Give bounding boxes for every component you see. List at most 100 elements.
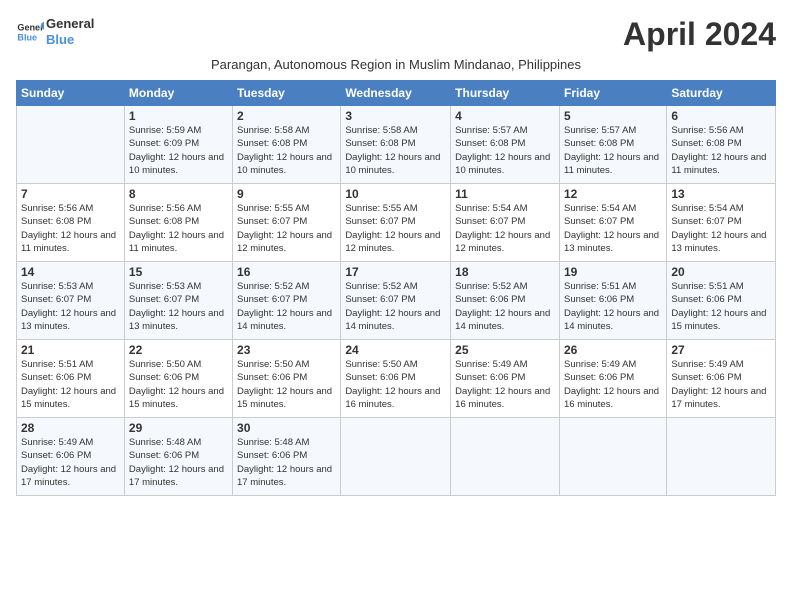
day-info: Sunrise: 5:58 AMSunset: 6:08 PMDaylight:… [237,124,336,177]
day-info: Sunrise: 5:52 AMSunset: 6:07 PMDaylight:… [345,280,446,333]
calendar-cell: 1Sunrise: 5:59 AMSunset: 6:09 PMDaylight… [124,106,232,184]
calendar-cell [341,418,451,496]
calendar-cell: 16Sunrise: 5:52 AMSunset: 6:07 PMDayligh… [233,262,341,340]
calendar-cell [451,418,560,496]
calendar-cell [667,418,776,496]
day-number: 19 [564,265,662,279]
day-info: Sunrise: 5:49 AMSunset: 6:06 PMDaylight:… [564,358,662,411]
day-number: 27 [671,343,771,357]
logo: General Blue General Blue [16,16,94,47]
day-info: Sunrise: 5:56 AMSunset: 6:08 PMDaylight:… [129,202,228,255]
calendar-cell: 7Sunrise: 5:56 AMSunset: 6:08 PMDaylight… [17,184,125,262]
day-number: 9 [237,187,336,201]
calendar-cell: 24Sunrise: 5:50 AMSunset: 6:06 PMDayligh… [341,340,451,418]
calendar-cell: 23Sunrise: 5:50 AMSunset: 6:06 PMDayligh… [233,340,341,418]
calendar-week: 14Sunrise: 5:53 AMSunset: 6:07 PMDayligh… [17,262,776,340]
day-info: Sunrise: 5:54 AMSunset: 6:07 PMDaylight:… [455,202,555,255]
calendar-cell: 10Sunrise: 5:55 AMSunset: 6:07 PMDayligh… [341,184,451,262]
day-number: 21 [21,343,120,357]
calendar-cell: 18Sunrise: 5:52 AMSunset: 6:06 PMDayligh… [451,262,560,340]
day-number: 6 [671,109,771,123]
day-info: Sunrise: 5:54 AMSunset: 6:07 PMDaylight:… [671,202,771,255]
day-info: Sunrise: 5:59 AMSunset: 6:09 PMDaylight:… [129,124,228,177]
logo-line1: General [46,16,94,32]
page: General Blue General Blue April 2024 Par… [0,0,792,506]
calendar-cell: 28Sunrise: 5:49 AMSunset: 6:06 PMDayligh… [17,418,125,496]
calendar-cell: 6Sunrise: 5:56 AMSunset: 6:08 PMDaylight… [667,106,776,184]
month-title: April 2024 [623,16,776,53]
day-number: 8 [129,187,228,201]
day-number: 23 [237,343,336,357]
header: General Blue General Blue April 2024 [16,16,776,53]
calendar-cell: 20Sunrise: 5:51 AMSunset: 6:06 PMDayligh… [667,262,776,340]
calendar-cell: 11Sunrise: 5:54 AMSunset: 6:07 PMDayligh… [451,184,560,262]
calendar-week: 7Sunrise: 5:56 AMSunset: 6:08 PMDaylight… [17,184,776,262]
header-day: Saturday [667,81,776,106]
day-number: 20 [671,265,771,279]
calendar-cell [559,418,666,496]
calendar-cell: 25Sunrise: 5:49 AMSunset: 6:06 PMDayligh… [451,340,560,418]
day-info: Sunrise: 5:52 AMSunset: 6:07 PMDaylight:… [237,280,336,333]
day-info: Sunrise: 5:49 AMSunset: 6:06 PMDaylight:… [21,436,120,489]
day-number: 29 [129,421,228,435]
calendar-week: 21Sunrise: 5:51 AMSunset: 6:06 PMDayligh… [17,340,776,418]
calendar-cell: 29Sunrise: 5:48 AMSunset: 6:06 PMDayligh… [124,418,232,496]
day-number: 3 [345,109,446,123]
day-number: 17 [345,265,446,279]
calendar-cell: 8Sunrise: 5:56 AMSunset: 6:08 PMDaylight… [124,184,232,262]
calendar-cell: 30Sunrise: 5:48 AMSunset: 6:06 PMDayligh… [233,418,341,496]
day-info: Sunrise: 5:54 AMSunset: 6:07 PMDaylight:… [564,202,662,255]
calendar-cell: 19Sunrise: 5:51 AMSunset: 6:06 PMDayligh… [559,262,666,340]
day-info: Sunrise: 5:49 AMSunset: 6:06 PMDaylight:… [455,358,555,411]
day-info: Sunrise: 5:48 AMSunset: 6:06 PMDaylight:… [129,436,228,489]
calendar-cell: 9Sunrise: 5:55 AMSunset: 6:07 PMDaylight… [233,184,341,262]
calendar-cell [17,106,125,184]
calendar-cell: 4Sunrise: 5:57 AMSunset: 6:08 PMDaylight… [451,106,560,184]
header-day: Sunday [17,81,125,106]
svg-text:General: General [17,22,44,32]
calendar-cell: 22Sunrise: 5:50 AMSunset: 6:06 PMDayligh… [124,340,232,418]
subtitle: Parangan, Autonomous Region in Muslim Mi… [16,57,776,72]
day-number: 28 [21,421,120,435]
logo-line2: Blue [46,32,94,48]
day-number: 15 [129,265,228,279]
day-info: Sunrise: 5:50 AMSunset: 6:06 PMDaylight:… [237,358,336,411]
header-day: Tuesday [233,81,341,106]
day-number: 2 [237,109,336,123]
calendar-cell: 12Sunrise: 5:54 AMSunset: 6:07 PMDayligh… [559,184,666,262]
day-info: Sunrise: 5:51 AMSunset: 6:06 PMDaylight:… [564,280,662,333]
day-info: Sunrise: 5:50 AMSunset: 6:06 PMDaylight:… [129,358,228,411]
day-info: Sunrise: 5:55 AMSunset: 6:07 PMDaylight:… [345,202,446,255]
day-info: Sunrise: 5:48 AMSunset: 6:06 PMDaylight:… [237,436,336,489]
header-row: SundayMondayTuesdayWednesdayThursdayFrid… [17,81,776,106]
calendar-cell: 17Sunrise: 5:52 AMSunset: 6:07 PMDayligh… [341,262,451,340]
day-info: Sunrise: 5:57 AMSunset: 6:08 PMDaylight:… [455,124,555,177]
day-number: 26 [564,343,662,357]
day-info: Sunrise: 5:55 AMSunset: 6:07 PMDaylight:… [237,202,336,255]
day-info: Sunrise: 5:49 AMSunset: 6:06 PMDaylight:… [671,358,771,411]
calendar-cell: 13Sunrise: 5:54 AMSunset: 6:07 PMDayligh… [667,184,776,262]
day-info: Sunrise: 5:53 AMSunset: 6:07 PMDaylight:… [21,280,120,333]
day-info: Sunrise: 5:51 AMSunset: 6:06 PMDaylight:… [21,358,120,411]
day-info: Sunrise: 5:56 AMSunset: 6:08 PMDaylight:… [21,202,120,255]
calendar-cell: 2Sunrise: 5:58 AMSunset: 6:08 PMDaylight… [233,106,341,184]
day-info: Sunrise: 5:51 AMSunset: 6:06 PMDaylight:… [671,280,771,333]
day-number: 5 [564,109,662,123]
day-info: Sunrise: 5:50 AMSunset: 6:06 PMDaylight:… [345,358,446,411]
header-day: Friday [559,81,666,106]
day-number: 1 [129,109,228,123]
day-number: 10 [345,187,446,201]
day-number: 11 [455,187,555,201]
day-number: 4 [455,109,555,123]
header-day: Wednesday [341,81,451,106]
calendar-table: SundayMondayTuesdayWednesdayThursdayFrid… [16,80,776,496]
svg-text:Blue: Blue [17,32,37,42]
calendar-cell: 14Sunrise: 5:53 AMSunset: 6:07 PMDayligh… [17,262,125,340]
day-number: 25 [455,343,555,357]
day-info: Sunrise: 5:58 AMSunset: 6:08 PMDaylight:… [345,124,446,177]
calendar-cell: 15Sunrise: 5:53 AMSunset: 6:07 PMDayligh… [124,262,232,340]
day-number: 24 [345,343,446,357]
day-info: Sunrise: 5:52 AMSunset: 6:06 PMDaylight:… [455,280,555,333]
day-info: Sunrise: 5:56 AMSunset: 6:08 PMDaylight:… [671,124,771,177]
day-number: 18 [455,265,555,279]
